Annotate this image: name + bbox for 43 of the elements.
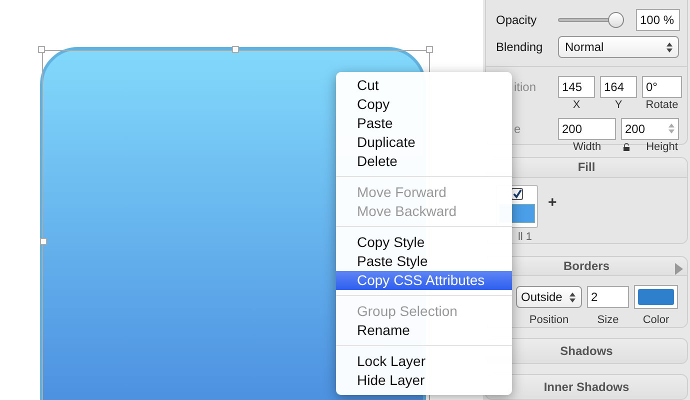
size-caption: Size xyxy=(596,314,620,326)
height-caption: Height xyxy=(645,141,679,153)
menu-item[interactable]: Paste xyxy=(336,114,512,133)
blending-label: Blending xyxy=(496,40,544,54)
resize-handle[interactable] xyxy=(426,46,433,53)
resize-handle[interactable] xyxy=(232,46,239,53)
blending-select[interactable]: Normal xyxy=(558,36,679,58)
lock-icon[interactable] xyxy=(623,143,630,151)
menu-item[interactable]: Copy xyxy=(336,95,512,114)
stepper-arrows-icon xyxy=(668,123,675,134)
border-color-well[interactable] xyxy=(634,285,678,309)
fill-name: ll 1 xyxy=(516,230,532,242)
border-size-field[interactable]: 2 xyxy=(587,286,629,308)
fill-checkbox[interactable] xyxy=(511,188,523,200)
position-caption: Position xyxy=(528,314,570,326)
add-fill-button[interactable]: + xyxy=(548,194,557,210)
x-caption: X xyxy=(572,99,582,111)
stepper-arrows-icon xyxy=(666,42,673,53)
width-field[interactable]: 200 xyxy=(558,118,616,140)
rotate-field[interactable]: 0° xyxy=(642,76,682,98)
disclosure-triangle-icon[interactable] xyxy=(675,262,683,274)
stepper-arrows-icon xyxy=(569,292,576,303)
menu-item[interactable]: Cut xyxy=(336,76,512,95)
border-position-select[interactable]: Outside xyxy=(516,286,582,308)
menu-item[interactable]: Rename xyxy=(336,321,512,340)
x-field[interactable]: 145 xyxy=(558,76,595,98)
rotate-caption: Rotate xyxy=(644,99,680,111)
opacity-field[interactable]: 100 % xyxy=(636,9,680,31)
y-caption: Y xyxy=(614,99,624,111)
menu-item[interactable]: Copy Style xyxy=(336,233,512,252)
height-field[interactable]: 200 xyxy=(621,118,679,140)
menu-item[interactable]: Duplicate xyxy=(336,133,512,152)
menu-item[interactable]: Copy CSS Attributes xyxy=(336,271,512,290)
y-field[interactable]: 164 xyxy=(600,76,637,98)
opacity-label: Opacity xyxy=(496,13,538,27)
opacity-slider[interactable] xyxy=(558,11,624,29)
position-label: ition xyxy=(513,80,538,94)
resize-handle[interactable] xyxy=(38,46,45,53)
width-caption: Width xyxy=(572,141,602,153)
resize-handle[interactable] xyxy=(40,238,47,245)
slider-thumb[interactable] xyxy=(608,12,624,28)
color-caption: Color xyxy=(642,314,670,326)
size-label: e xyxy=(513,122,522,136)
